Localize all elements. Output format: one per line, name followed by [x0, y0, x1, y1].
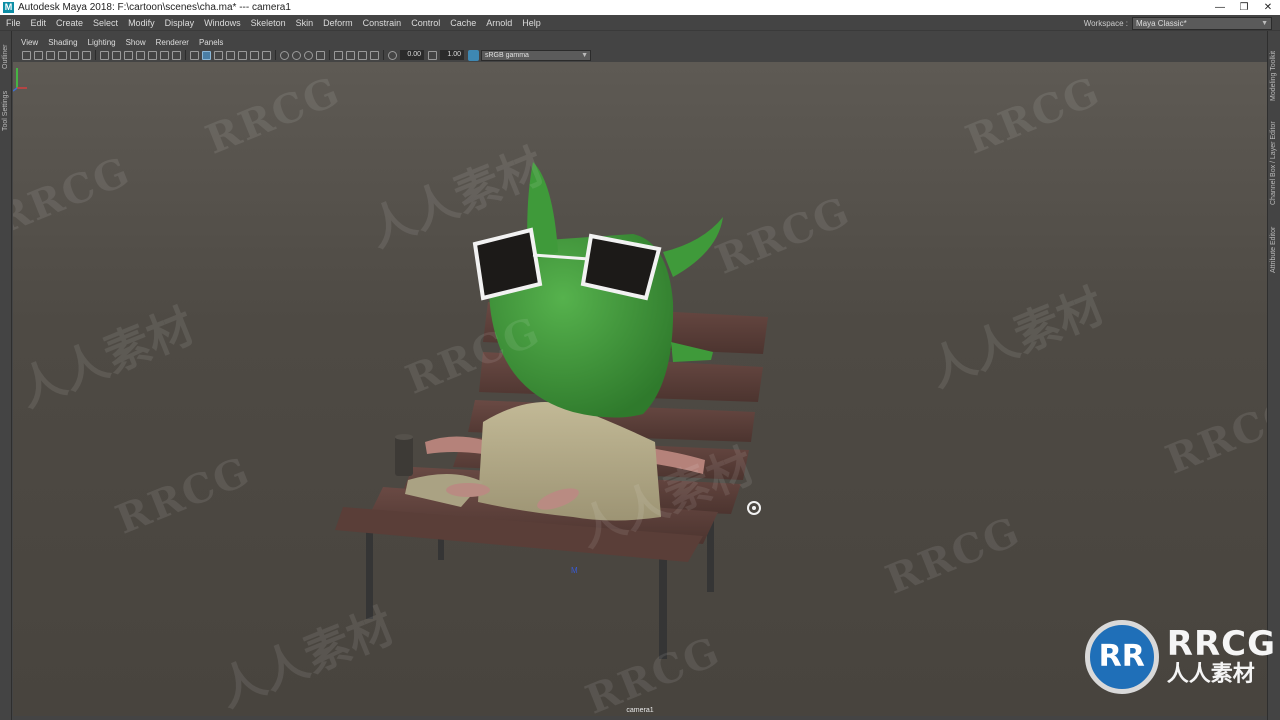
menu-cache[interactable]: Cache: [445, 15, 481, 31]
chevron-down-icon: ▼: [581, 51, 588, 59]
ambient-occlusion-icon[interactable]: [262, 50, 271, 60]
gamma-icon[interactable]: [428, 50, 437, 60]
color-space-dropdown[interactable]: sRGB gamma ▼: [481, 49, 591, 61]
menu-edit[interactable]: Edit: [26, 15, 52, 31]
tab-modeling-toolkit[interactable]: Modeling Toolkit: [1270, 51, 1277, 101]
grid-icon[interactable]: [100, 50, 109, 60]
toolbar-divider: [275, 50, 276, 60]
panel-menu-lighting[interactable]: Lighting: [83, 38, 121, 47]
bookmark-icon[interactable]: [46, 50, 55, 60]
camera-label: camera1: [626, 707, 654, 714]
left-tool-strip: Outliner Tool Settings: [0, 31, 12, 720]
screen-space-ao-icon[interactable]: [358, 50, 367, 60]
window-title: Autodesk Maya 2018: F:\cartoon\scenes\ch…: [18, 2, 291, 13]
workspace-selector: Workspace : Maya Classic* ▼: [1084, 16, 1272, 30]
title-bar: M Autodesk Maya 2018: F:\cartoon\scenes\…: [0, 0, 1280, 15]
rrcg-logo: RR RRCG 人人素材: [1084, 620, 1276, 694]
safe-action-icon[interactable]: [160, 50, 169, 60]
tumble-cursor-icon: [747, 501, 761, 515]
multisample-icon[interactable]: [346, 50, 355, 60]
cup: [395, 434, 413, 476]
exposure-icon[interactable]: [388, 50, 397, 60]
logo-sub-text: 人人素材: [1166, 662, 1255, 687]
menu-deform[interactable]: Deform: [318, 15, 358, 31]
safe-title-icon[interactable]: [172, 50, 181, 60]
view-axis-icon: [13, 68, 27, 92]
menu-arnold[interactable]: Arnold: [481, 15, 517, 31]
panel-menu-shading[interactable]: Shading: [43, 38, 82, 47]
shadows-icon[interactable]: [250, 50, 259, 60]
isolate-select-icon[interactable]: [316, 50, 325, 60]
wireframe-icon[interactable]: [190, 50, 199, 60]
tab-channel-box[interactable]: Channel Box / Layer Editor: [1270, 121, 1277, 205]
film-gate-icon[interactable]: [112, 50, 121, 60]
viewport-panel[interactable]: RRCG RRCG RRCG RRCG RRCG RRCG RRCG RRCG …: [13, 62, 1267, 716]
xray-icon[interactable]: [280, 50, 289, 60]
grease-pencil-icon[interactable]: [70, 50, 79, 60]
menu-skin[interactable]: Skin: [291, 15, 319, 31]
workspace-value: Maya Classic*: [1136, 18, 1187, 28]
panel-menu-bar: View Shading Lighting Show Renderer Pane…: [12, 36, 1267, 48]
main-menu-bar: File Edit Create Select Modify Display W…: [0, 15, 1280, 31]
motion-blur-icon[interactable]: [370, 50, 379, 60]
menu-control[interactable]: Control: [406, 15, 445, 31]
panel-menu-show[interactable]: Show: [121, 38, 151, 47]
image-plane-icon[interactable]: [58, 50, 67, 60]
gate-mask-icon[interactable]: [136, 50, 145, 60]
resolution-gate-icon[interactable]: [124, 50, 133, 60]
panel-menu-panels[interactable]: Panels: [194, 38, 228, 47]
menu-help[interactable]: Help: [517, 15, 546, 31]
menu-create[interactable]: Create: [51, 15, 88, 31]
restore-button[interactable]: ❐: [1232, 0, 1256, 15]
pivot-marker: M: [571, 566, 578, 575]
camera-attributes-icon[interactable]: [34, 50, 43, 60]
default-material-icon[interactable]: [214, 50, 223, 60]
xray-components-icon[interactable]: [304, 50, 313, 60]
logo-brand-text: RRCG: [1166, 624, 1276, 664]
menu-display[interactable]: Display: [160, 15, 200, 31]
maya-app-icon: M: [3, 2, 14, 13]
toolbar-divider: [329, 50, 330, 60]
right-panel-strip: Modeling Toolkit Channel Box / Layer Edi…: [1267, 31, 1280, 720]
tab-tool-settings[interactable]: Tool Settings: [2, 91, 9, 131]
toolbar-divider: [383, 50, 384, 60]
close-button[interactable]: ✕: [1256, 0, 1280, 15]
panel-menu-renderer[interactable]: Renderer: [151, 38, 194, 47]
2d-pan-zoom-icon[interactable]: [82, 50, 91, 60]
logo-badge-text: RR: [1098, 639, 1145, 674]
panel-toolbar: 0.00 1.00 sRGB gamma ▼: [12, 48, 1267, 62]
workspace-label: Workspace :: [1083, 18, 1128, 28]
minimize-button[interactable]: —: [1208, 0, 1232, 15]
menu-file[interactable]: File: [0, 15, 26, 31]
select-camera-icon[interactable]: [22, 50, 31, 60]
workspace-dropdown[interactable]: Maya Classic* ▼: [1132, 16, 1272, 30]
field-chart-icon[interactable]: [148, 50, 157, 60]
textured-icon[interactable]: [226, 50, 235, 60]
logo-badge: RR: [1084, 620, 1159, 694]
menu-windows[interactable]: Windows: [199, 15, 246, 31]
color-management-icon[interactable]: [468, 49, 479, 61]
snapshot-icon[interactable]: [334, 50, 343, 60]
tab-outliner[interactable]: Outliner: [2, 44, 9, 69]
menu-skeleton[interactable]: Skeleton: [246, 15, 291, 31]
chevron-down-icon: ▼: [1261, 19, 1268, 27]
scene-render: [335, 162, 768, 659]
menu-select[interactable]: Select: [88, 15, 123, 31]
tab-attribute-editor[interactable]: Attribute Editor: [1270, 227, 1277, 273]
use-all-lights-icon[interactable]: [238, 50, 247, 60]
color-space-value: sRGB gamma: [485, 51, 529, 59]
toolbar-divider: [95, 50, 96, 60]
panel-menu-view[interactable]: View: [12, 38, 43, 47]
menu-constrain[interactable]: Constrain: [358, 15, 407, 31]
toolbar-divider: [185, 50, 186, 60]
gamma-field[interactable]: 1.00: [440, 50, 464, 60]
smooth-shade-icon[interactable]: [202, 50, 211, 60]
exposure-field[interactable]: 0.00: [400, 50, 424, 60]
menu-modify[interactable]: Modify: [123, 15, 160, 31]
xray-joints-icon[interactable]: [292, 50, 301, 60]
